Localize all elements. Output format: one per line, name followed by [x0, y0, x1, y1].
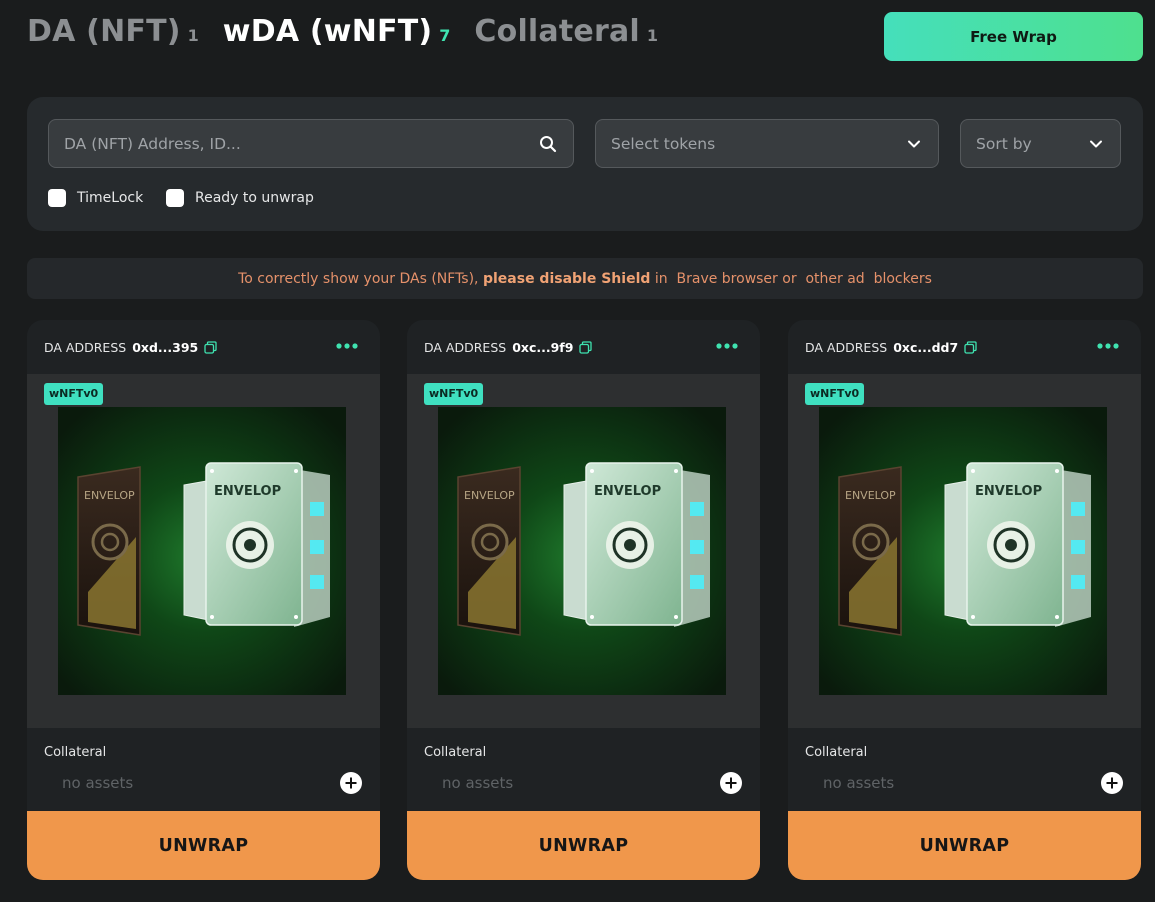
ready-to-unwrap-label: Ready to unwrap	[195, 190, 314, 206]
wnft-card: DA ADDRESS 0xd...395 wNFTv0 ENVELOP ENVE…	[27, 320, 380, 880]
da-address-label: DA ADDRESS	[805, 339, 888, 355]
tab-da-nft[interactable]: DA (NFT) 1	[27, 14, 199, 49]
tab-count: 1	[646, 26, 659, 45]
card-header: DA ADDRESS 0xc...9f9	[407, 320, 760, 374]
timelock-filter[interactable]: TimeLock	[48, 189, 143, 207]
envelop-text-back: ENVELOP	[845, 489, 896, 502]
nft-media: wNFTv0 ENVELOP ENVELOP	[407, 374, 760, 728]
more-dots-icon[interactable]	[336, 341, 358, 351]
wnft-card: DA ADDRESS 0xc...9f9 wNFTv0 ENVELOP ENVE…	[407, 320, 760, 880]
chevron-down-icon	[1090, 140, 1102, 147]
copy-icon[interactable]	[579, 340, 593, 354]
tab-count: 1	[187, 26, 199, 45]
sort-by-dropdown[interactable]: Sort by	[960, 119, 1121, 168]
tab-wda-wnft[interactable]: wDA (wNFT) 7	[223, 14, 451, 49]
collateral-label: Collateral	[424, 745, 487, 760]
wnft-version-badge: wNFTv0	[44, 383, 104, 405]
collateral-value: no assets	[62, 774, 134, 792]
copy-icon[interactable]	[204, 340, 217, 354]
envelop-text-back: ENVELOP	[84, 489, 135, 502]
tab-label: wDA (wNFT)	[222, 14, 433, 49]
add-collateral-icon[interactable]	[1101, 772, 1123, 794]
search-icon[interactable]	[539, 135, 557, 153]
unwrap-button[interactable]: UNWRAP	[27, 811, 380, 880]
timelock-checkbox[interactable]	[48, 189, 66, 207]
card-header: DA ADDRESS 0xc...dd7	[788, 320, 1141, 374]
chevron-down-icon	[908, 140, 920, 147]
ready-to-unwrap-filter[interactable]: Ready to unwrap	[166, 189, 314, 207]
notice-text-bold: please disable Shield	[482, 270, 651, 287]
more-dots-icon[interactable]	[1097, 341, 1119, 351]
collateral-label: Collateral	[44, 745, 107, 760]
ready-to-unwrap-checkbox[interactable]	[166, 189, 184, 207]
card-header: DA ADDRESS 0xd...395	[27, 320, 380, 374]
tab-count: 7	[439, 26, 451, 45]
da-address-label: DA ADDRESS	[424, 339, 507, 355]
unwrap-button[interactable]: UNWRAP	[788, 811, 1141, 880]
unwrap-button[interactable]: UNWRAP	[407, 811, 760, 880]
add-collateral-icon[interactable]	[720, 772, 742, 794]
free-wrap-button[interactable]: Free Wrap	[884, 12, 1143, 61]
nft-image[interactable]: ENVELOP ENVELOP	[819, 407, 1107, 695]
notice-text-end: in Brave browser or other ad blockers	[650, 270, 932, 287]
wnft-version-badge: wNFTv0	[424, 383, 484, 405]
envelop-text-front: ENVELOP	[214, 484, 281, 499]
envelop-text-front: ENVELOP	[975, 484, 1042, 499]
copy-icon[interactable]	[964, 340, 977, 354]
nft-media: wNFTv0 ENVELOP ENVELOP	[788, 374, 1141, 728]
da-address-value: 0xc...9f9	[512, 339, 574, 355]
sort-by-placeholder: Sort by	[976, 134, 1032, 153]
envelop-text-back: ENVELOP	[464, 489, 515, 502]
collateral-value: no assets	[823, 774, 895, 792]
timelock-label: TimeLock	[77, 190, 144, 206]
search-input[interactable]	[49, 120, 573, 167]
nft-media: wNFTv0 ENVELOP ENVELOP	[27, 374, 380, 728]
tab-label: Collateral	[474, 14, 640, 49]
search-box	[48, 119, 574, 168]
wnft-card: DA ADDRESS 0xc...dd7 wNFTv0 ENVELOP ENVE…	[788, 320, 1141, 880]
collateral-value: no assets	[442, 774, 514, 792]
nft-image[interactable]: ENVELOP ENVELOP	[58, 407, 346, 695]
notice-text-start: To correctly show your DAs (NFTs),	[238, 270, 483, 287]
tab-label: DA (NFT)	[27, 14, 181, 49]
add-collateral-icon[interactable]	[340, 772, 362, 794]
envelop-text-front: ENVELOP	[594, 484, 661, 499]
nft-image[interactable]: ENVELOP ENVELOP	[438, 407, 726, 695]
select-tokens-placeholder: Select tokens	[611, 134, 716, 153]
more-dots-icon[interactable]	[716, 341, 738, 351]
collateral-label: Collateral	[805, 745, 868, 760]
asset-tabs: DA (NFT) 1 wDA (wNFT) 7 Collateral 1	[27, 14, 682, 49]
wnft-version-badge: wNFTv0	[805, 383, 865, 405]
da-address-value: 0xc...dd7	[893, 339, 959, 355]
ad-blocker-notice: To correctly show your DAs (NFTs), pleas…	[27, 258, 1143, 299]
da-address-value: 0xd...395	[132, 339, 199, 355]
tab-collateral[interactable]: Collateral 1	[474, 14, 658, 49]
select-tokens-dropdown[interactable]: Select tokens	[595, 119, 939, 168]
filter-panel: Select tokens Sort by TimeLock Ready to …	[27, 97, 1143, 231]
page: DA (NFT) 1 wDA (wNFT) 7 Collateral 1 Fre…	[0, 0, 1155, 902]
da-address-label: DA ADDRESS	[44, 339, 127, 355]
